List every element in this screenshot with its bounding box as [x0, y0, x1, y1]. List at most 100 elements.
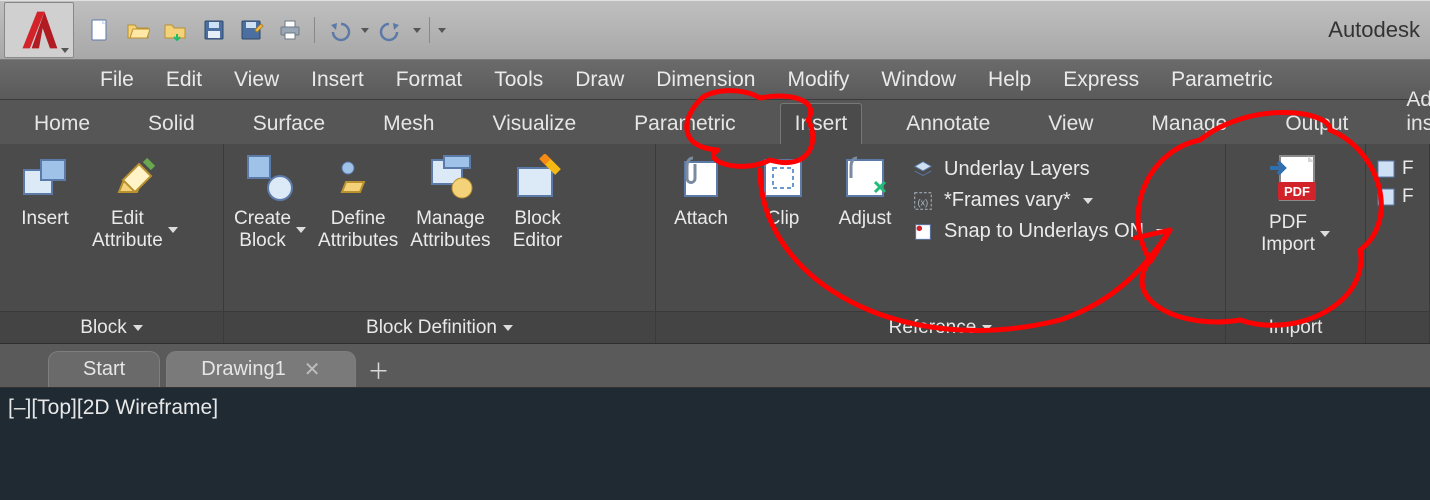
quick-access-toolbar	[78, 14, 452, 46]
document-tab-bar: Start Drawing1 ✕ ＋	[0, 344, 1430, 388]
ribbon-tab-parametric[interactable]: Parametric	[620, 104, 750, 144]
qat-saveas-button[interactable]	[234, 14, 270, 46]
clip-label: Clip	[767, 208, 800, 230]
doc-tab-drawing1[interactable]: Drawing1 ✕	[166, 351, 355, 387]
ribbon-tab-annotate[interactable]: Annotate	[892, 104, 1004, 144]
qat-new-button[interactable]	[82, 14, 118, 46]
edit-attribute-button[interactable]: Edit Attribute	[92, 154, 178, 252]
undo-dropdown[interactable]	[359, 28, 371, 33]
ribbon-tab-mesh[interactable]: Mesh	[369, 104, 448, 144]
manage-attributes-button[interactable]: Manage Attributes	[410, 154, 490, 252]
viewport-controls-label[interactable]: [–][Top][2D Wireframe]	[8, 396, 218, 419]
menu-dimension[interactable]: Dimension	[656, 68, 755, 92]
attach-label: Attach	[674, 208, 728, 230]
menu-modify[interactable]: Modify	[787, 68, 849, 92]
qat-print-button[interactable]	[272, 14, 308, 46]
menu-draw[interactable]: Draw	[575, 68, 624, 92]
chevron-down-icon	[296, 227, 306, 233]
panel-truncated: F F	[1366, 144, 1430, 343]
panel-reference: Attach Clip Adjust Underlay Layers (x) *…	[656, 144, 1226, 343]
ribbon-tab-visualize[interactable]: Visualize	[478, 104, 590, 144]
create-block-button[interactable]: Create Block	[234, 154, 306, 252]
ribbon-tab-home[interactable]: Home	[20, 104, 104, 144]
separator	[429, 17, 430, 43]
chevron-down-icon	[1083, 198, 1093, 204]
menu-window[interactable]: Window	[881, 68, 956, 92]
underlay-layers-label: Underlay Layers	[944, 158, 1090, 181]
block-editor-button[interactable]: Block Editor	[503, 154, 573, 252]
qat-save-button[interactable]	[196, 14, 232, 46]
panel-reference-title[interactable]: Reference	[656, 311, 1225, 343]
chevron-down-icon	[133, 325, 143, 331]
menu-bar: File Edit View Insert Format Tools Draw …	[0, 60, 1430, 100]
edit-attribute-label: Edit Attribute	[92, 208, 178, 252]
menu-tools[interactable]: Tools	[494, 68, 543, 92]
title-bar: Autodesk	[0, 0, 1430, 60]
chevron-down-icon	[1320, 231, 1330, 237]
qat-customize-dropdown[interactable]	[436, 28, 448, 33]
ribbon-tab-view[interactable]: View	[1034, 104, 1107, 144]
menu-help[interactable]: Help	[988, 68, 1031, 92]
model-viewport[interactable]: [–][Top][2D Wireframe]	[0, 388, 1430, 500]
menu-edit[interactable]: Edit	[166, 68, 202, 92]
ribbon-tab-output[interactable]: Output	[1271, 104, 1362, 144]
redo-dropdown[interactable]	[411, 28, 423, 33]
qat-redo-button[interactable]	[373, 14, 409, 46]
qat-open-button[interactable]	[120, 14, 156, 46]
panel-block-title[interactable]: Block	[0, 311, 223, 343]
svg-text:(x): (x)	[918, 197, 929, 207]
ribbon-tab-surface[interactable]: Surface	[239, 104, 339, 144]
app-title: Autodesk	[1328, 17, 1430, 43]
define-attributes-label: Define Attributes	[318, 208, 398, 252]
application-menu-button[interactable]	[4, 2, 74, 58]
pdf-import-label: PDF Import	[1261, 212, 1330, 256]
chevron-down-icon	[168, 227, 178, 233]
panel-block: Insert Edit Attribute Block	[0, 144, 224, 343]
manage-attributes-label: Manage Attributes	[410, 208, 490, 252]
chevron-down-icon	[503, 325, 513, 331]
pdf-import-button[interactable]: PDF PDF Import	[1261, 154, 1331, 256]
menu-express[interactable]: Express	[1063, 68, 1139, 92]
clip-button[interactable]: Clip	[748, 154, 818, 230]
chevron-down-icon	[982, 325, 992, 331]
svg-text:PDF: PDF	[1284, 184, 1310, 199]
pdf-file-icon: PDF	[1268, 154, 1324, 206]
add-tab-button[interactable]: ＋	[362, 353, 396, 387]
underlay-layers-button[interactable]: Underlay Layers	[912, 158, 1166, 181]
adjust-button[interactable]: Adjust	[830, 154, 900, 230]
separator	[314, 17, 315, 43]
menu-insert[interactable]: Insert	[311, 68, 364, 92]
panel-import-title[interactable]: Import	[1226, 311, 1365, 343]
define-attributes-button[interactable]: Define Attributes	[318, 154, 398, 252]
adjust-label: Adjust	[839, 208, 892, 230]
panel-block-definition: Create Block Define Attributes Manage At…	[224, 144, 656, 343]
ribbon-tab-insert[interactable]: Insert	[780, 103, 863, 144]
ribbon-tab-manage[interactable]: Manage	[1137, 104, 1241, 144]
ribbon-tab-solid[interactable]: Solid	[134, 104, 209, 144]
panel-import: PDF PDF Import Import	[1226, 144, 1366, 343]
truncated-item-1[interactable]: F	[1376, 158, 1414, 180]
ribbon: Insert Edit Attribute Block Create Block…	[0, 144, 1430, 344]
menu-file[interactable]: File	[100, 68, 134, 92]
truncated-item-2[interactable]: F	[1376, 186, 1414, 208]
attach-button[interactable]: Attach	[666, 154, 736, 230]
menu-parametric[interactable]: Parametric	[1171, 68, 1273, 92]
snap-underlays-label: Snap to Underlays ON	[944, 220, 1144, 243]
snap-underlays-button[interactable]: Snap to Underlays ON	[912, 220, 1166, 243]
menu-format[interactable]: Format	[396, 68, 463, 92]
frames-vary-button[interactable]: (x) *Frames vary*	[912, 189, 1166, 212]
create-block-label: Create Block	[234, 208, 306, 252]
qat-open-cloud-button[interactable]	[158, 14, 194, 46]
ribbon-tab-addins[interactable]: Add-ins	[1392, 80, 1430, 144]
frames-vary-label: *Frames vary*	[944, 189, 1071, 212]
block-editor-label: Block Editor	[513, 208, 563, 252]
close-icon[interactable]: ✕	[304, 357, 321, 382]
insert-block-label: Insert	[21, 208, 69, 230]
qat-undo-button[interactable]	[321, 14, 357, 46]
panel-blockdef-title[interactable]: Block Definition	[224, 311, 655, 343]
insert-block-button[interactable]: Insert	[10, 154, 80, 230]
doc-tab-start[interactable]: Start	[48, 351, 160, 387]
ribbon-tab-strip: Home Solid Surface Mesh Visualize Parame…	[0, 100, 1430, 144]
chevron-down-icon	[61, 48, 69, 53]
menu-view[interactable]: View	[234, 68, 279, 92]
